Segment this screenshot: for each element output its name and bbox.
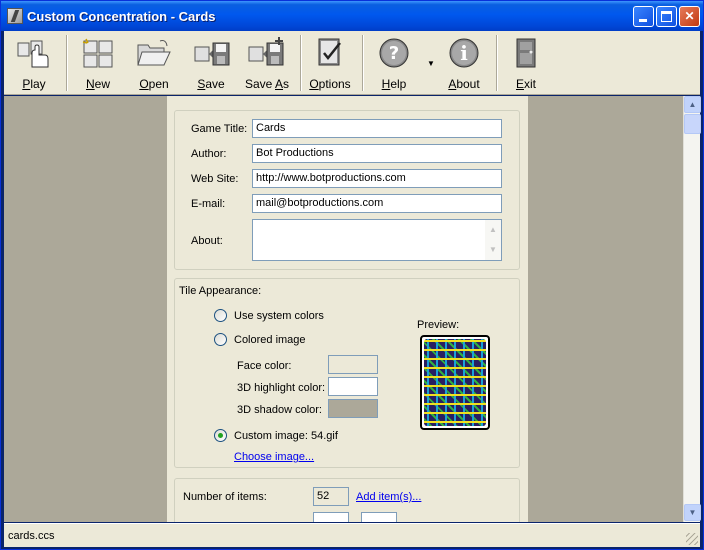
highlight-color-label: 3D highlight color: [237, 382, 326, 394]
scroll-thumb[interactable] [684, 114, 701, 134]
toolbar-separator [300, 35, 302, 91]
window-title: Custom Concentration - Cards [27, 9, 216, 24]
tile-preview [420, 335, 490, 430]
minimize-button[interactable] [633, 6, 654, 27]
email-label: E-mail: [191, 198, 226, 210]
items-field-cutoff-2[interactable] [361, 512, 397, 522]
add-items-link[interactable]: Add item(s)... [356, 491, 421, 503]
status-bar: cards.ccs [4, 523, 700, 547]
app-window: Custom Concentration - Cards ✕ Play New … [0, 0, 704, 550]
preview-label: Preview: [417, 319, 460, 331]
resize-grip-icon[interactable] [686, 533, 698, 545]
toolbar: Play New Open Save Save As Options ? Hel… [4, 31, 700, 95]
toolbar-separator [496, 35, 498, 91]
author-input[interactable]: Bot Productions [252, 144, 502, 163]
game-title-label: Game Title: [191, 123, 248, 135]
options-button[interactable]: Options [306, 33, 354, 93]
email-input[interactable]: mail@botproductions.com [252, 194, 502, 213]
save-button[interactable]: Save [186, 33, 236, 93]
play-hand-icon [17, 40, 49, 68]
toolbar-separator [362, 35, 364, 91]
game-info-group: Game Title: Cards Author: Bot Production… [174, 110, 520, 270]
app-icon [7, 8, 23, 24]
number-of-items-value: 52 [313, 487, 349, 506]
about-label: About: [191, 235, 223, 247]
face-color-label: Face color: [237, 360, 292, 372]
toolbar-separator [66, 35, 68, 91]
save-as-button[interactable]: Save As [240, 33, 294, 93]
author-label: Author: [191, 148, 227, 160]
scroll-down-button[interactable]: ▼ [684, 504, 701, 521]
tile-appearance-label: Tile Appearance: [179, 285, 262, 297]
properties-panel: Game Title: Cards Author: Bot Production… [167, 96, 528, 522]
tile-preview-image [424, 339, 486, 426]
about-scrollbar[interactable]: ▲ ▼ [485, 220, 501, 260]
colored-image-radio[interactable] [214, 333, 227, 346]
play-button[interactable]: Play [8, 33, 60, 93]
maximize-icon [661, 11, 672, 22]
open-folder-icon [137, 40, 171, 66]
scroll-down-icon[interactable]: ▼ [485, 240, 501, 260]
help-dropdown-arrow-icon[interactable]: ▼ [427, 59, 435, 68]
game-title-input[interactable]: Cards [252, 119, 502, 138]
about-button[interactable]: i About [438, 33, 490, 93]
svg-text:i: i [460, 41, 468, 65]
svg-text:?: ? [389, 43, 399, 64]
about-textarea[interactable]: ▲ ▼ [252, 219, 502, 261]
close-button[interactable]: ✕ [679, 6, 700, 27]
website-input[interactable]: http://www.botproductions.com [252, 169, 502, 188]
shadow-color-swatch[interactable] [328, 399, 378, 418]
face-color-swatch[interactable] [328, 355, 378, 374]
colored-image-label[interactable]: Colored image [234, 334, 306, 346]
open-button[interactable]: Open [128, 33, 180, 93]
use-system-colors-radio[interactable] [214, 309, 227, 322]
new-tiles-icon [82, 38, 113, 68]
document-area: Game Title: Cards Author: Bot Production… [4, 96, 683, 522]
status-filename: cards.ccs [8, 530, 55, 542]
exit-door-icon [516, 38, 536, 68]
scroll-up-button[interactable]: ▲ [684, 96, 701, 113]
highlight-color-swatch[interactable] [328, 377, 378, 396]
number-of-items-label: Number of items: [183, 491, 267, 503]
custom-image-radio[interactable] [214, 429, 227, 442]
scroll-up-icon[interactable]: ▲ [485, 220, 501, 240]
help-icon: ? [379, 38, 409, 68]
website-label: Web Site: [191, 173, 239, 185]
help-button[interactable]: ? Help [372, 33, 416, 93]
about-info-icon: i [449, 38, 479, 68]
exit-button[interactable]: Exit [504, 33, 548, 93]
maximize-button[interactable] [656, 6, 677, 27]
save-disk-icon [194, 42, 230, 66]
new-button[interactable]: New [74, 33, 122, 93]
title-bar[interactable]: Custom Concentration - Cards ✕ [1, 1, 703, 31]
custom-image-label[interactable]: Custom image: [234, 430, 308, 442]
save-as-icon [248, 37, 284, 66]
options-checklist-icon [318, 38, 341, 66]
use-system-colors-label[interactable]: Use system colors [234, 310, 324, 322]
minimize-icon [639, 19, 647, 22]
choose-image-link[interactable]: Choose image... [234, 451, 314, 463]
items-group: Number of items: 52 Add item(s)... [174, 478, 520, 522]
vertical-scrollbar[interactable]: ▲ ▼ [683, 96, 701, 522]
shadow-color-label: 3D shadow color: [237, 404, 322, 416]
custom-image-filename: 54.gif [311, 430, 338, 442]
items-field-cutoff[interactable] [313, 512, 349, 522]
